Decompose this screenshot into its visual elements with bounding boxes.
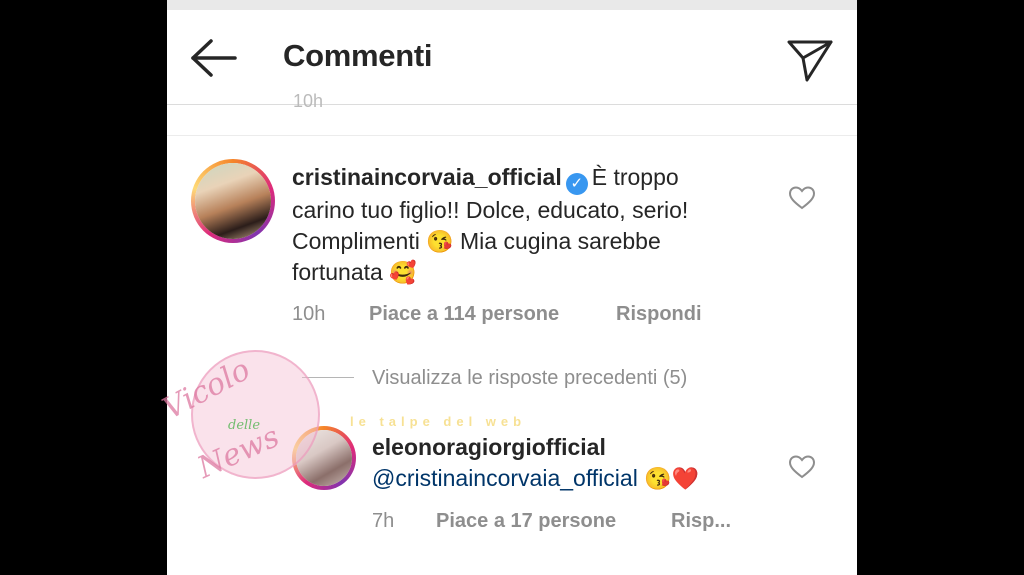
kiss-emoji-icon: 😘 <box>426 229 454 254</box>
likes-label: Piace a 114 persone <box>369 303 560 325</box>
heart-icon[interactable] <box>789 186 815 210</box>
comment-text-part: carino tuo figlio!! Dolce, educato, seri… <box>292 197 689 223</box>
comment-text-part: fortunata <box>292 259 383 285</box>
likes-count[interactable]: Piace a 114 persone <box>369 303 559 326</box>
reply-time: 7h <box>372 510 395 532</box>
previous-comment-time: 10h <box>293 91 324 111</box>
verified-badge-icon: ✓ <box>565 173 588 195</box>
comment-text: cristinaincorvaia_official ✓ È troppo cari… <box>292 162 762 288</box>
phone-screen: Commenti 10h cristinaincorvaia_official ✓… <box>167 0 857 575</box>
app-header: Commenti <box>167 10 857 105</box>
reply-label: Risp... <box>671 510 732 532</box>
divider <box>167 135 857 136</box>
page-title: Commenti <box>283 38 433 73</box>
reply-reply-button[interactable]: Risp... <box>671 510 731 533</box>
paper-plane-icon[interactable] <box>785 34 835 84</box>
mention-link[interactable]: @cristinaincorvaia_official <box>372 465 638 491</box>
kiss-emoji-icon: 😘 <box>644 466 672 491</box>
reply-text: @cristinaincorvaia_official 😘❤️ <box>372 465 699 492</box>
likes-label: Piace a 17 persone <box>436 510 617 532</box>
avatar[interactable] <box>191 159 275 243</box>
red-heart-emoji-icon: ❤️ <box>671 466 700 491</box>
comment-text-part: È troppo <box>591 164 679 190</box>
replies-divider <box>302 377 354 378</box>
avatar-photo <box>195 163 271 239</box>
comment-username[interactable]: cristinaincorvaia_official <box>292 164 562 190</box>
watermark-text: le talpe del web <box>350 414 527 429</box>
heart-icon[interactable] <box>789 455 815 479</box>
reply-label: Rispondi <box>616 303 702 325</box>
comment-text-part: Mia cugina sarebbe <box>460 228 661 254</box>
reply-button[interactable]: Rispondi <box>616 303 702 326</box>
status-bar <box>167 0 857 10</box>
comment-text-part: Complimenti <box>292 228 420 254</box>
reply-likes-count[interactable]: Piace a 17 persone <box>436 510 616 533</box>
arrow-left-icon[interactable] <box>189 38 239 78</box>
view-replies-link[interactable]: Visualizza le risposte precedenti (5) <box>372 367 687 390</box>
love-emoji-icon: 🥰 <box>389 260 417 285</box>
comment-time: 10h <box>292 303 326 325</box>
reply-username[interactable]: eleonoragiorgiofficial <box>372 434 606 461</box>
